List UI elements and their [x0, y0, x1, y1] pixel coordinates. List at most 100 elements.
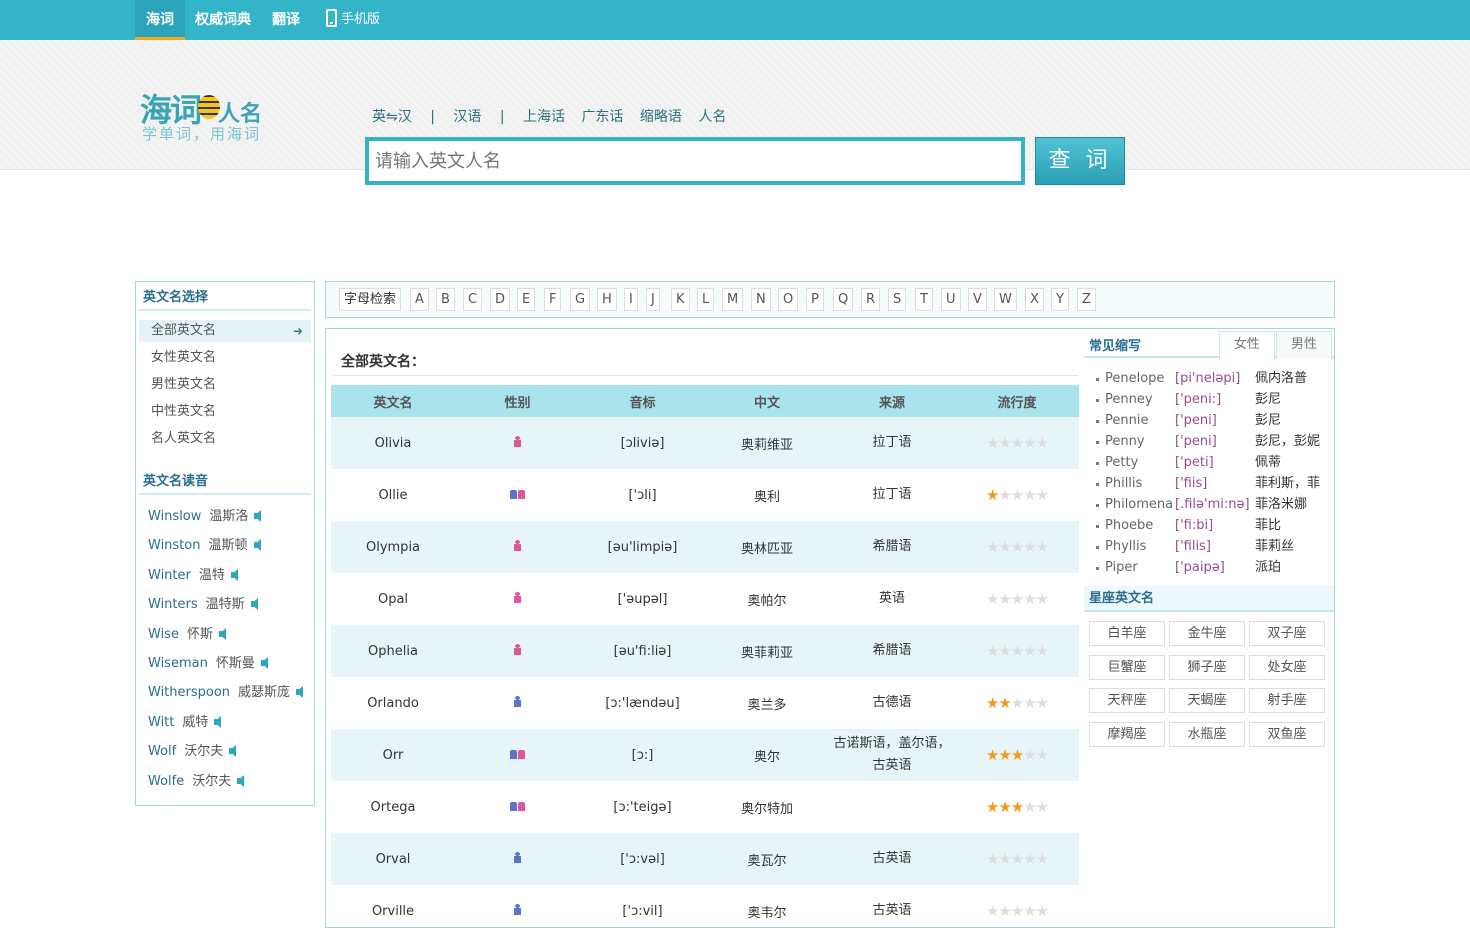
logo[interactable]: 海词 人名 学单词，用海词	[140, 85, 280, 145]
speaker-icon[interactable]	[254, 510, 262, 522]
letter-c[interactable]: C	[463, 288, 483, 311]
name-cell[interactable]: Orr	[331, 729, 455, 781]
pron-name-link[interactable]: Witherspoon	[148, 685, 230, 700]
name-cell[interactable]: Olympia	[331, 521, 455, 573]
letter-d[interactable]: D	[490, 288, 511, 311]
name-cell[interactable]: Olivia	[331, 417, 455, 469]
zodiac-button[interactable]: 金牛座	[1169, 621, 1245, 646]
sidebar-item-neutral[interactable]: 中性英文名	[139, 401, 311, 428]
zodiac-button[interactable]: 射手座	[1249, 688, 1325, 713]
letter-e[interactable]: E	[517, 288, 536, 311]
letter-h[interactable]: H	[597, 288, 617, 311]
sidebar-item-all[interactable]: 全部英文名 ➜	[139, 320, 311, 342]
pron-name-link[interactable]: Wise	[148, 627, 179, 642]
sidebar-item-female[interactable]: 女性英文名	[139, 347, 311, 374]
source-cell[interactable]: 拉丁语	[829, 417, 955, 469]
zodiac-button[interactable]: 巨蟹座	[1089, 654, 1165, 680]
letter-x[interactable]: X	[1025, 288, 1044, 311]
pron-name-link[interactable]: Winters	[148, 597, 198, 612]
source-cell[interactable]: 古德语	[829, 677, 955, 729]
source-text[interactable]: 古诺斯语，盖尔语，	[833, 736, 950, 751]
nav-haici[interactable]: 海词	[135, 0, 185, 40]
zodiac-button[interactable]: 狮子座	[1169, 654, 1245, 680]
speaker-icon[interactable]	[230, 568, 238, 581]
name-cell[interactable]: Opal	[331, 573, 455, 625]
letter-i[interactable]: I	[624, 288, 638, 311]
letter-m[interactable]: M	[722, 288, 744, 311]
nav-dictionary[interactable]: 权威词典	[195, 0, 251, 40]
name-cell[interactable]: Orval	[331, 833, 455, 885]
speaker-icon[interactable]	[237, 774, 245, 787]
search-tab-names[interactable]: 人名	[698, 109, 726, 125]
abbr-name[interactable]: Philomena	[1105, 494, 1173, 515]
search-input[interactable]	[369, 141, 1021, 181]
pron-name-link[interactable]: Wiseman	[148, 656, 208, 671]
zodiac-button[interactable]: 双子座	[1249, 621, 1325, 646]
source-cell[interactable]: 拉丁语	[829, 469, 955, 521]
abbr-name[interactable]: Phyllis	[1105, 536, 1146, 557]
abbr-name[interactable]: Penelope	[1105, 368, 1164, 389]
search-tab-cantonese[interactable]: 广东话	[581, 109, 623, 125]
speaker-icon[interactable]	[214, 715, 222, 728]
zodiac-button[interactable]: 双鱼座	[1249, 721, 1325, 747]
letter-v[interactable]: V	[968, 288, 987, 311]
pron-name-link[interactable]: Winter	[148, 568, 191, 583]
abbr-name[interactable]: Petty	[1105, 452, 1138, 473]
source-cell[interactable]: 希腊语	[829, 625, 955, 677]
letter-k[interactable]: K	[671, 288, 690, 311]
pron-name-link[interactable]: Winslow	[148, 509, 201, 524]
abbr-name[interactable]: Phillis	[1105, 473, 1142, 494]
tab-female[interactable]: 女性	[1219, 331, 1275, 360]
name-cell[interactable]: Orlando	[331, 677, 455, 729]
pron-name-link[interactable]: Wolfe	[148, 774, 184, 789]
source-text[interactable]: 古英语	[872, 758, 911, 773]
letter-r[interactable]: R	[861, 288, 881, 311]
source-cell[interactable]	[829, 781, 955, 833]
letter-n[interactable]: N	[751, 288, 771, 311]
sidebar-item-male[interactable]: 男性英文名	[139, 374, 311, 401]
abbr-name[interactable]: Piper	[1105, 557, 1138, 578]
letter-t[interactable]: T	[915, 288, 933, 311]
speaker-icon[interactable]	[218, 627, 226, 640]
speaker-icon[interactable]	[253, 539, 261, 552]
letter-q[interactable]: Q	[833, 288, 854, 311]
source-cell[interactable]: 希腊语	[829, 521, 955, 573]
zodiac-button[interactable]: 处女座	[1249, 654, 1325, 680]
letter-j[interactable]: J	[646, 288, 660, 311]
source-cell[interactable]: 英语	[829, 573, 955, 625]
zodiac-button[interactable]: 水瓶座	[1169, 721, 1245, 747]
letter-a[interactable]: A	[410, 288, 429, 311]
sidebar-item-famous[interactable]: 名人英文名	[139, 428, 311, 455]
letter-f[interactable]: F	[544, 288, 562, 311]
name-cell[interactable]: Ophelia	[331, 625, 455, 677]
speaker-icon[interactable]	[296, 686, 304, 699]
letter-p[interactable]: P	[806, 288, 824, 311]
letter-z[interactable]: Z	[1077, 288, 1096, 311]
abbr-name[interactable]: Pennie	[1105, 410, 1148, 431]
name-cell[interactable]: Ollie	[331, 469, 455, 521]
letter-y[interactable]: Y	[1051, 288, 1069, 311]
name-cell[interactable]: Orville	[331, 885, 455, 937]
nav-mobile[interactable]: 手机版	[326, 0, 380, 40]
zodiac-button[interactable]: 摩羯座	[1089, 721, 1165, 747]
abbr-name[interactable]: Phoebe	[1105, 515, 1153, 536]
tab-male[interactable]: 男性	[1276, 331, 1332, 359]
nav-translate[interactable]: 翻译	[272, 0, 300, 40]
speaker-icon[interactable]	[250, 598, 258, 611]
pron-name-link[interactable]: Wolf	[148, 744, 176, 759]
abbr-name[interactable]: Penny	[1105, 431, 1145, 452]
speaker-icon[interactable]	[229, 745, 237, 758]
name-cell[interactable]: Ortega	[331, 781, 455, 833]
letter-w[interactable]: W	[994, 288, 1017, 311]
zodiac-button[interactable]: 天蝎座	[1169, 688, 1245, 713]
search-button[interactable]: 查 词	[1035, 137, 1125, 185]
letter-l[interactable]: L	[697, 288, 715, 311]
letter-s[interactable]: S	[888, 288, 907, 311]
source-cell[interactable]: 古诺斯语，盖尔语， 古英语	[829, 729, 955, 781]
zodiac-button[interactable]: 天秤座	[1089, 688, 1165, 713]
pron-name-link[interactable]: Witt	[148, 715, 174, 730]
letter-g[interactable]: G	[570, 288, 591, 311]
search-tab-chinese[interactable]: 汉语	[453, 109, 481, 125]
source-cell[interactable]: 古英语	[829, 833, 955, 885]
pron-name-link[interactable]: Winston	[148, 538, 200, 553]
